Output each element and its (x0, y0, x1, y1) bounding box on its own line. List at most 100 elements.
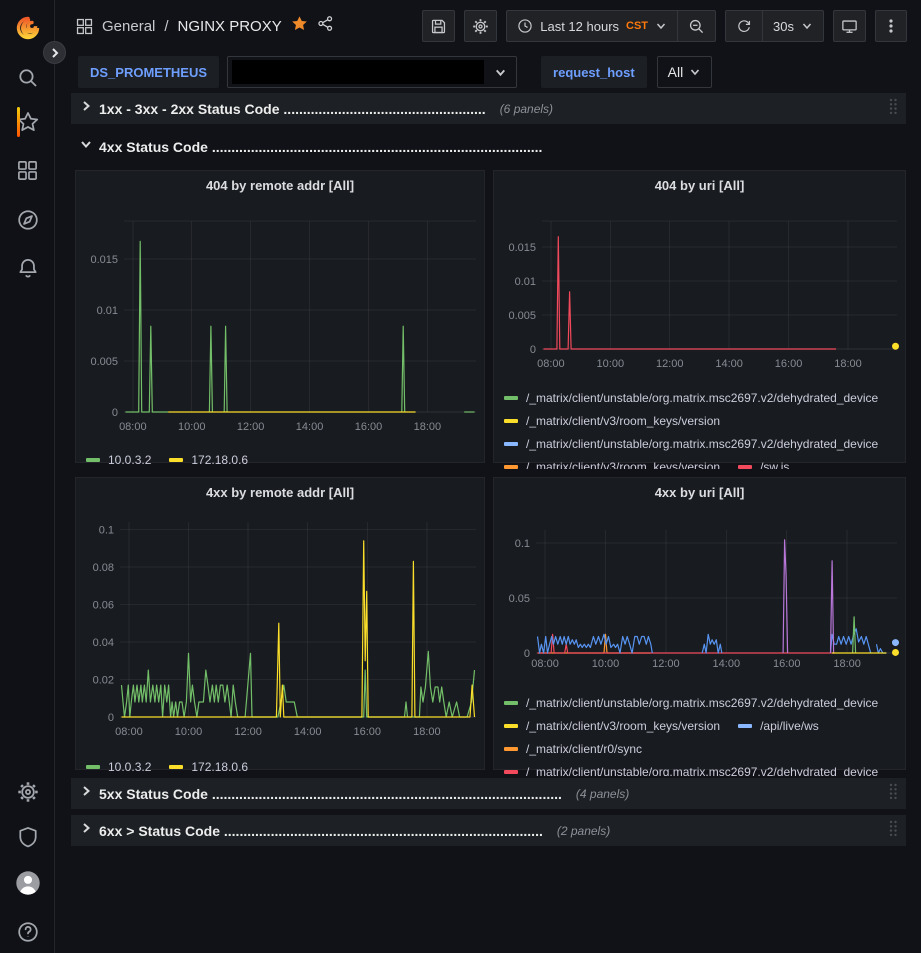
legend-row: /_matrix/client/v3/room_keys/version/sw.… (504, 455, 905, 469)
refresh-interval-picker[interactable]: 30s (762, 11, 823, 41)
legend-item[interactable]: /sw.js (738, 460, 789, 470)
legend-row: /_matrix/client/r0/sync (504, 737, 905, 760)
row-1xx-3xx-2xx[interactable]: 1xx - 3xx - 2xx Status Code ............… (71, 93, 906, 124)
legend-item[interactable]: /api/live/ws (738, 719, 819, 733)
grafana-logo[interactable] (0, 8, 55, 48)
variable-request-host-select[interactable]: All (657, 56, 713, 88)
variable-ds-prometheus-label[interactable]: DS_PROMETHEUS (78, 56, 219, 88)
chart-area[interactable]: 08:0010:0012:0014:0016:0018:0000.050.1 (494, 506, 905, 683)
legend-item[interactable]: /_matrix/client/v3/room_keys/version (504, 719, 720, 733)
chart-area[interactable]: 08:0010:0012:0014:0016:0018:0000.0050.01… (494, 199, 905, 376)
legend-label: 172.18.0.6 (191, 760, 248, 774)
y-tick-label: 0.015 (508, 242, 536, 254)
legend-item[interactable]: 172.18.0.6 (169, 453, 248, 467)
sidebar-item-alerting[interactable] (0, 248, 55, 288)
chevron-down-icon (801, 20, 813, 32)
y-tick-label: 0.015 (90, 254, 118, 266)
sidebar-item-dashboards[interactable] (0, 150, 55, 190)
row-4xx[interactable]: 4xx Status Code ........................… (71, 131, 906, 162)
time-range-picker[interactable]: Last 12 hours CST (507, 11, 677, 41)
row-5xx[interactable]: 5xx Status Code ........................… (71, 778, 906, 809)
legend-swatch (169, 458, 183, 462)
legend-label: /_matrix/client/r0/sync (526, 742, 642, 756)
x-tick-label: 16:00 (353, 726, 381, 738)
legend-item[interactable]: /_matrix/client/v3/room_keys/version (504, 414, 720, 428)
panel-4xx-by-remote-addr: 4xx by remote addr [All] 08:0010:0012:00… (75, 477, 485, 770)
series-end-dot (892, 649, 899, 656)
row-drag-handle[interactable] (888, 782, 898, 805)
legend-label: /sw.js (760, 460, 789, 470)
request-host-value: All (668, 64, 684, 80)
panel-404-by-uri: 404 by uri [All] 08:0010:0012:0014:0016:… (493, 170, 906, 463)
legend-item[interactable]: /_matrix/client/unstable/org.matrix.msc2… (504, 437, 878, 451)
kebab-menu-button[interactable] (875, 10, 907, 42)
x-tick-label: 14:00 (294, 726, 322, 738)
x-tick-label: 14:00 (715, 358, 743, 370)
y-tick-label: 0.1 (515, 538, 530, 550)
breadcrumb-folder[interactable]: General (102, 18, 155, 35)
row-drag-handle[interactable] (888, 97, 898, 120)
legend-item[interactable]: /_matrix/client/v3/room_keys/version (504, 460, 720, 470)
breadcrumb-dashboard-title[interactable]: NGINX PROXY (178, 18, 282, 35)
legend-item[interactable]: /_matrix/client/unstable/org.matrix.msc2… (504, 391, 878, 405)
sidebar-item-help[interactable] (0, 912, 55, 952)
apps-grid-icon[interactable] (76, 18, 93, 35)
favorite-star-icon[interactable] (291, 15, 308, 37)
row-6xx[interactable]: 6xx > Status Code ......................… (71, 815, 906, 846)
legend-item[interactable]: /_matrix/client/r0/sync (504, 742, 642, 756)
zoom-out-icon (688, 18, 705, 35)
x-tick-label: 18:00 (414, 421, 442, 433)
bell-icon (17, 257, 39, 279)
panel-title[interactable]: 4xx by remote addr [All] (76, 478, 484, 506)
x-tick-label: 10:00 (592, 658, 620, 670)
x-tick-label: 16:00 (355, 421, 383, 433)
save-dashboard-button[interactable] (422, 10, 455, 42)
legend-row: /_matrix/client/unstable/org.matrix.msc2… (504, 432, 905, 455)
chart-area[interactable]: 08:0010:0012:0014:0016:0018:0000.0050.01… (76, 199, 484, 449)
series-line (224, 326, 227, 412)
sidebar-item-starred[interactable] (0, 102, 55, 142)
legend-row: 10.0.3.2 172.18.0.6 (86, 451, 484, 469)
chart-area[interactable]: 08:0010:0012:0014:0016:0018:0000.020.040… (76, 506, 484, 756)
sidebar-item-search[interactable] (0, 58, 55, 98)
legend-item[interactable]: /_matrix/client/unstable/org.matrix.msc2… (504, 765, 878, 777)
panel-title[interactable]: 404 by remote addr [All] (76, 171, 484, 199)
legend-item[interactable]: /_matrix/client/unstable/org.matrix.msc2… (504, 696, 878, 710)
sidebar-item-profile[interactable] (0, 863, 55, 903)
legend-label: /_matrix/client/unstable/org.matrix.msc2… (526, 765, 878, 777)
legend-label: /_matrix/client/unstable/org.matrix.msc2… (526, 391, 878, 405)
legend-label: /api/live/ws (760, 719, 819, 733)
row-drag-handle[interactable] (888, 819, 898, 842)
header-toolbar: Last 12 hours CST (422, 10, 907, 42)
refresh-group: 30s (725, 10, 824, 42)
chart-svg: 08:0010:0012:0014:0016:0018:0000.050.1 (494, 506, 905, 678)
chevron-down-icon (79, 137, 93, 156)
zoom-out-button[interactable] (677, 11, 715, 41)
panel-title[interactable]: 4xx by uri [All] (494, 478, 905, 506)
row-panel-count: (6 panels) (500, 102, 553, 116)
refresh-button[interactable] (726, 11, 762, 41)
chevron-right-icon (79, 821, 93, 840)
legend-swatch (86, 458, 100, 462)
sidebar-item-explore[interactable] (0, 200, 55, 240)
x-tick-label: 08:00 (115, 726, 143, 738)
legend-row: /_matrix/client/unstable/org.matrix.msc2… (504, 760, 905, 776)
sidebar-item-server-admin[interactable] (0, 817, 55, 857)
variable-ds-prometheus-select[interactable] (227, 56, 517, 88)
legend-item[interactable]: 172.18.0.6 (169, 760, 248, 774)
legend-item[interactable]: 10.0.3.2 (86, 453, 151, 467)
variable-request-host-label[interactable]: request_host (541, 56, 647, 88)
share-icon[interactable] (317, 15, 334, 37)
tv-mode-button[interactable] (833, 10, 866, 42)
legend-item[interactable]: 10.0.3.2 (86, 760, 151, 774)
chart-svg: 08:0010:0012:0014:0016:0018:0000.0050.01… (76, 199, 484, 444)
dashboard-settings-button[interactable] (464, 10, 497, 42)
sidebar-expand-button[interactable] (43, 41, 66, 64)
y-tick-label: 0.01 (97, 305, 118, 317)
panel-title[interactable]: 404 by uri [All] (494, 171, 905, 199)
panel-404-by-remote-addr: 404 by remote addr [All] 08:0010:0012:00… (75, 170, 485, 463)
legend-label: /_matrix/client/unstable/org.matrix.msc2… (526, 696, 878, 710)
x-tick-label: 10:00 (175, 726, 203, 738)
dashboard-header: General / NGINX PROXY (56, 0, 921, 52)
sidebar-item-configuration[interactable] (0, 772, 55, 812)
